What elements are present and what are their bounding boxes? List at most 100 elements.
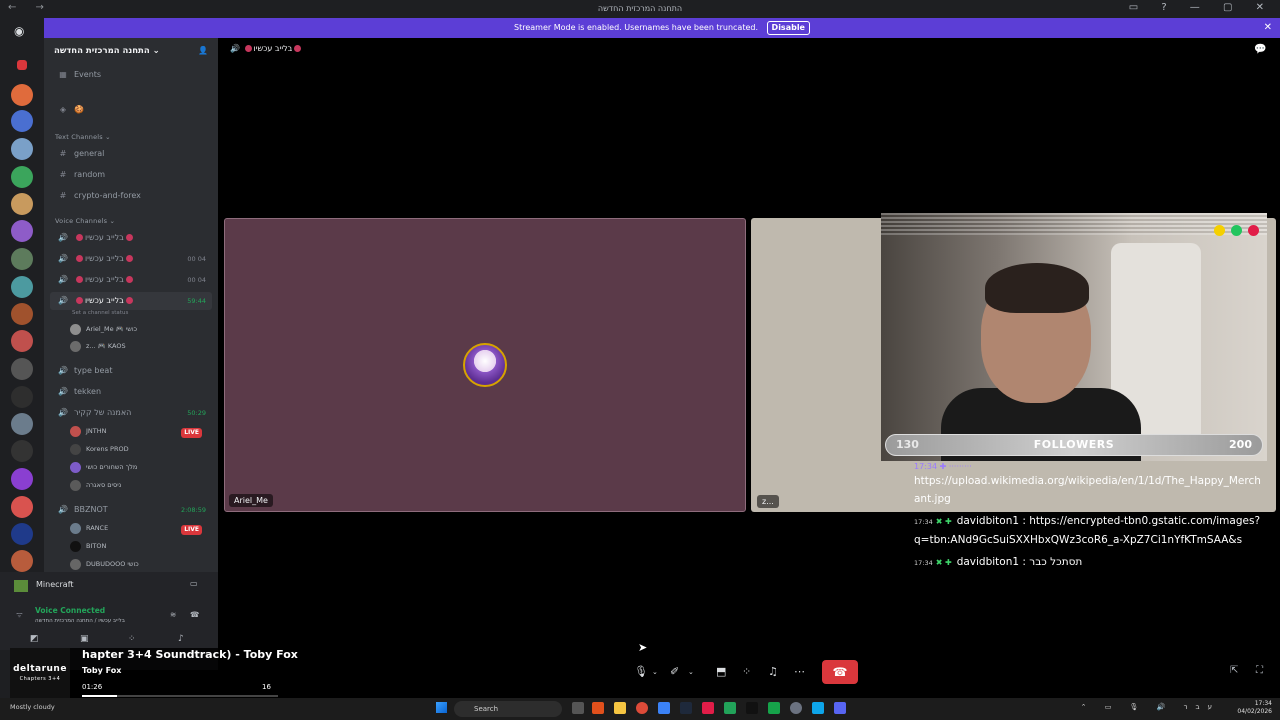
- browse-item[interactable]: ◈ 🍪: [50, 101, 212, 119]
- microphone-icon[interactable]: 🎙: [634, 662, 648, 682]
- windows-taskbar: Mostly cloudy ⌕ Search ⌃ ▭ 🎙 🔊 עבר 17:34…: [0, 698, 1280, 720]
- camera-off-icon[interactable]: ✐: [670, 662, 679, 682]
- server-icon[interactable]: [11, 550, 33, 572]
- voice-channel-active[interactable]: 🔊 בלייב עכשיו 59:44: [50, 292, 212, 310]
- server-icon[interactable]: [11, 220, 33, 242]
- voice-user[interactable]: Ariel_Me 🎮 כושי: [70, 321, 137, 337]
- disconnect-icon[interactable]: ☎: [190, 610, 199, 619]
- server-icon[interactable]: [11, 110, 33, 132]
- server-icon[interactable]: [11, 303, 33, 325]
- add-member-icon[interactable]: 👤: [198, 46, 208, 55]
- system-tray[interactable]: ⌃ ▭ 🎙 🔊 עבר: [1081, 703, 1220, 711]
- stage-header: 🔊 בלייב עכשיו: [230, 44, 303, 53]
- camera-off-icon[interactable]: ◩: [30, 634, 39, 644]
- voice-category[interactable]: Voice Channels ⌄: [55, 217, 115, 225]
- activity-icon[interactable]: ⁘: [128, 634, 136, 644]
- voice-user[interactable]: Korens PROD: [70, 441, 129, 457]
- start-button[interactable]: [436, 702, 447, 713]
- chat-cut-line: 17:34 ✚ ·········: [914, 462, 972, 471]
- speaker-icon: 🔊: [58, 275, 68, 284]
- server-icon[interactable]: [11, 358, 33, 380]
- voice-user[interactable]: ניסים סאגרה: [70, 477, 121, 493]
- server-icon[interactable]: [11, 523, 33, 545]
- app-icon[interactable]: [658, 702, 670, 714]
- fullscreen-icon[interactable]: ⛶: [1256, 665, 1263, 676]
- channel-status-hint[interactable]: Set a channel status: [72, 310, 128, 316]
- chrome-icon[interactable]: [636, 702, 648, 714]
- server-icon[interactable]: [11, 193, 33, 215]
- webcam-overlay: [881, 213, 1267, 461]
- server-icon[interactable]: [11, 468, 33, 490]
- file-explorer-icon[interactable]: [614, 702, 626, 714]
- taskbar-search[interactable]: Search: [454, 701, 562, 717]
- game-activity-panel[interactable]: Minecraft ▭: [0, 572, 218, 600]
- participant-tile[interactable]: Ariel_Me: [224, 218, 746, 512]
- chat-bubble-icon[interactable]: 💬: [1254, 44, 1266, 55]
- soundboard-icon[interactable]: ♪: [178, 634, 184, 644]
- voice-channel-type-beat[interactable]: 🔊 type beat: [50, 362, 212, 380]
- voice-user[interactable]: DUBUDOOO כושי: [70, 556, 139, 572]
- text-category[interactable]: Text Channels ⌄: [55, 133, 111, 141]
- leave-call-button[interactable]: ☎: [822, 660, 858, 684]
- voice-channel-bbznot[interactable]: 🔊 BBZNOT 2:08:59: [50, 501, 212, 519]
- soundboard-icon[interactable]: ♫: [768, 662, 778, 682]
- voice-channel-path[interactable]: בלייב עכשיו / התחנה המרכזית החדשה: [35, 618, 125, 624]
- weather-widget[interactable]: Mostly cloudy: [10, 703, 55, 711]
- clock[interactable]: 17:34 04/02/2026: [1237, 700, 1272, 716]
- discord-icon[interactable]: [834, 702, 846, 714]
- capcut-icon[interactable]: [746, 702, 758, 714]
- brave-icon[interactable]: [592, 702, 604, 714]
- disable-streamer-button[interactable]: Disable: [766, 21, 810, 35]
- more-options-icon[interactable]: ⋯: [794, 662, 805, 682]
- channel-general[interactable]: # general: [50, 145, 212, 163]
- window-controls[interactable]: ▭ ? — ▢ ✕: [1129, 2, 1274, 13]
- voice-user[interactable]: JNTHN LIVE: [70, 423, 210, 439]
- voice-channel[interactable]: 🔊 בלייב עכשיו 00 04: [50, 250, 212, 268]
- server-icon[interactable]: [11, 496, 33, 518]
- server-icon[interactable]: [11, 166, 33, 188]
- server-icon[interactable]: [11, 248, 33, 270]
- voice-user[interactable]: מלך השחורים כושי: [70, 459, 137, 475]
- server-icon[interactable]: [11, 84, 33, 106]
- channel-random[interactable]: # random: [50, 166, 212, 184]
- song-title: hapter 3+4 Soundtrack) - Toby Fox: [82, 648, 298, 661]
- server-icon[interactable]: [11, 138, 33, 160]
- activities-icon[interactable]: ⁘: [742, 662, 751, 682]
- spreadsheet-icon[interactable]: [724, 702, 736, 714]
- popout-icon[interactable]: ⇱: [1230, 665, 1238, 676]
- screen-share-icon[interactable]: ▭: [190, 579, 198, 588]
- server-icon[interactable]: [11, 386, 33, 408]
- xbox-icon[interactable]: [768, 702, 780, 714]
- settings-icon[interactable]: [790, 702, 802, 714]
- server-icon[interactable]: [11, 413, 33, 435]
- voice-user[interactable]: BITON: [70, 538, 106, 554]
- share-screen-icon[interactable]: ⬒: [716, 662, 726, 682]
- voice-user[interactable]: z... 🎮 KAOS: [70, 338, 126, 354]
- voice-channel[interactable]: 🔊 בלייב עכשיו: [50, 229, 212, 247]
- voice-channel-tekken[interactable]: 🔊 tekken: [50, 383, 212, 401]
- screen-icon[interactable]: ▣: [80, 634, 89, 644]
- voice-channel[interactable]: 🔊 בלייב עכשיו 00 04: [50, 271, 212, 289]
- chevron-down-icon[interactable]: ⌄: [688, 662, 694, 682]
- discord-home-icon[interactable]: ◉: [14, 24, 24, 38]
- app-icon[interactable]: [812, 702, 824, 714]
- badge-icon: ✖ ✚: [935, 517, 952, 526]
- task-view-icon[interactable]: [572, 702, 584, 714]
- valorant-icon[interactable]: [702, 702, 714, 714]
- close-banner-icon[interactable]: ✕: [1264, 18, 1272, 38]
- events-item[interactable]: ▦ Events: [50, 66, 212, 84]
- steam-icon[interactable]: [680, 702, 692, 714]
- channel-crypto[interactable]: # crypto-and-forex: [50, 187, 212, 205]
- server-icon[interactable]: [11, 440, 33, 462]
- voice-user[interactable]: RANCE LIVE: [70, 520, 210, 536]
- song-elapsed: 01:26: [82, 683, 103, 691]
- server-icon[interactable]: [17, 60, 27, 70]
- server-icon[interactable]: [11, 330, 33, 352]
- traffic-lights: [1208, 221, 1259, 240]
- voice-channel-kakir[interactable]: 🔊 האמנה של קקיר 50:29: [50, 404, 212, 422]
- chevron-down-icon[interactable]: ⌄: [652, 662, 658, 682]
- guild-name[interactable]: התחנה המרכזית החדשה ⌄: [54, 46, 160, 56]
- server-icon[interactable]: [11, 276, 33, 298]
- participant-name: z...: [757, 495, 779, 508]
- noise-suppression-icon[interactable]: ≋: [170, 610, 176, 619]
